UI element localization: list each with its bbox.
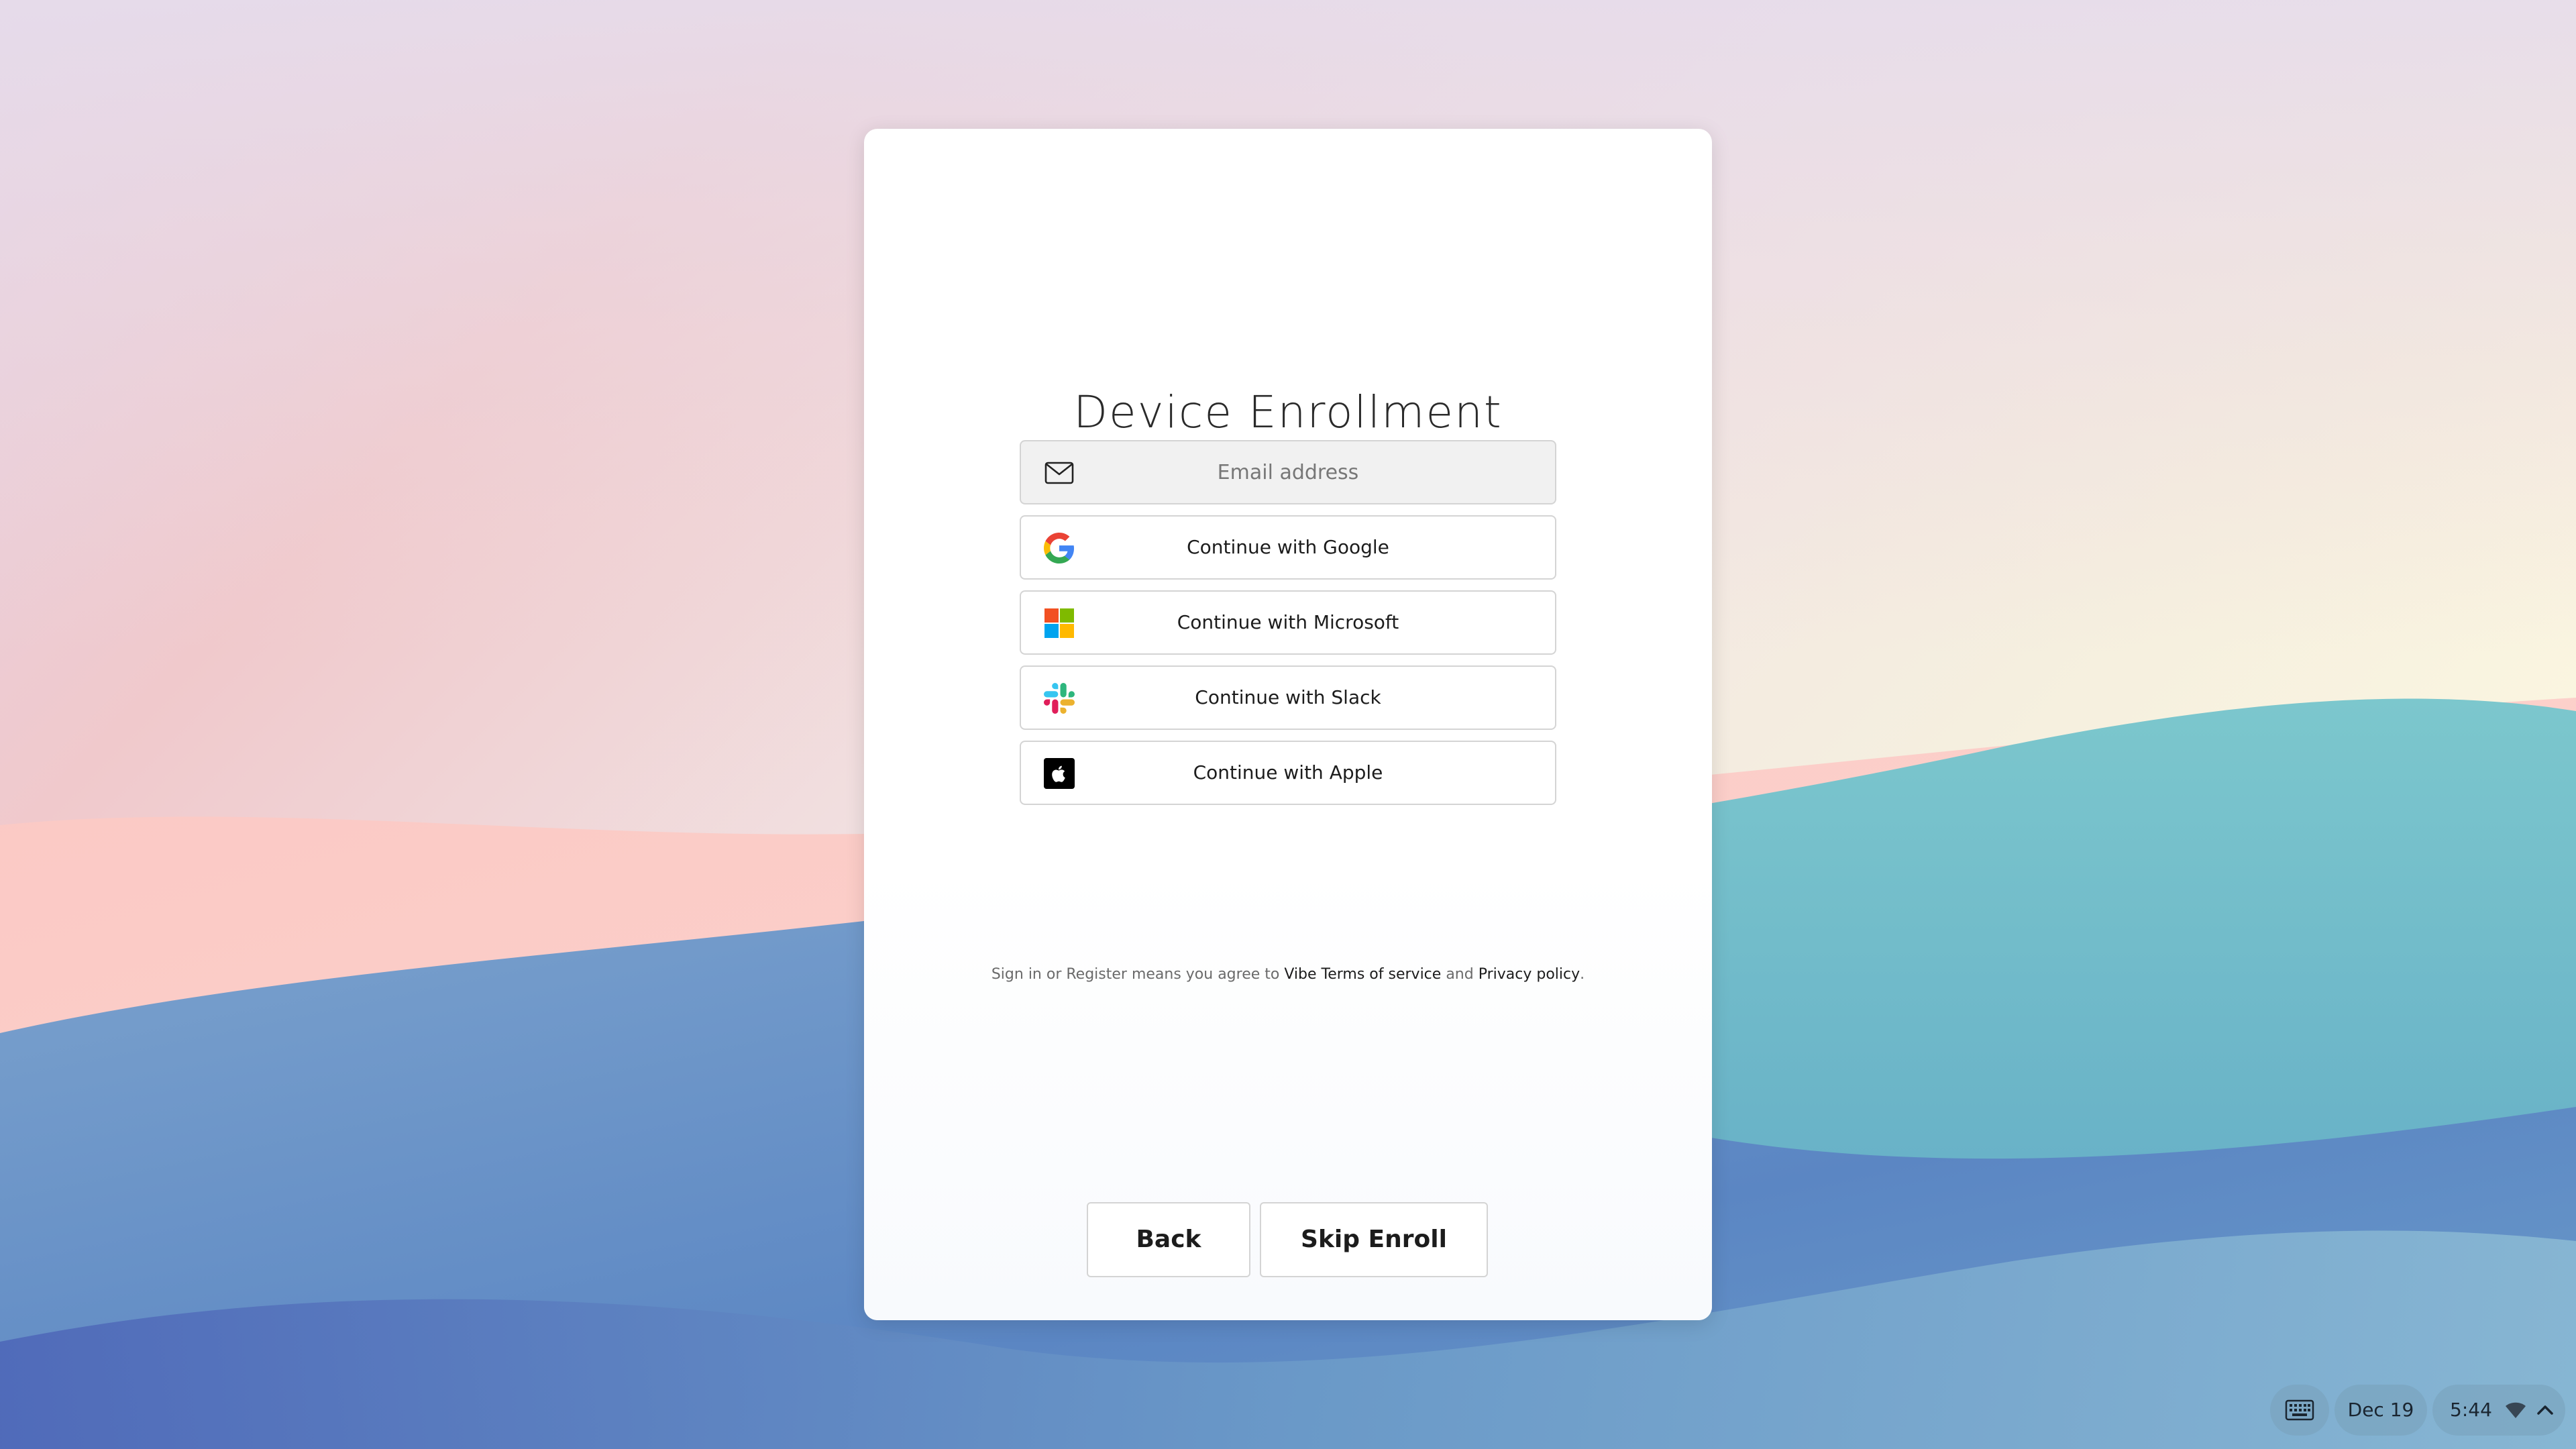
wifi-icon bbox=[2506, 1402, 2526, 1418]
tray-date[interactable]: Dec 19 bbox=[2334, 1385, 2427, 1436]
tray-keyboard-button[interactable] bbox=[2270, 1385, 2329, 1436]
page-title: Device Enrollment bbox=[1073, 386, 1503, 438]
continue-apple-button[interactable]: Continue with Apple bbox=[1020, 741, 1556, 805]
continue-slack-button[interactable]: Continue with Slack bbox=[1020, 665, 1556, 730]
continue-google-button[interactable]: Continue with Google bbox=[1020, 515, 1556, 580]
email-field-container[interactable] bbox=[1020, 440, 1556, 504]
terms-of-service-link[interactable]: Vibe Terms of service bbox=[1284, 966, 1441, 983]
legal-prefix: Sign in or Register means you agree to bbox=[991, 966, 1280, 983]
keyboard-icon bbox=[2285, 1399, 2314, 1421]
legal-suffix: . bbox=[1580, 966, 1585, 983]
tray-status-area[interactable]: 5:44 bbox=[2432, 1385, 2565, 1436]
continue-apple-label: Continue with Apple bbox=[1193, 761, 1383, 784]
continue-microsoft-button[interactable]: Continue with Microsoft bbox=[1020, 590, 1556, 655]
legal-notice: Sign in or Register means you agree to V… bbox=[864, 967, 1712, 982]
privacy-policy-link[interactable]: Privacy policy bbox=[1479, 966, 1580, 983]
back-button[interactable]: Back bbox=[1087, 1202, 1250, 1277]
email-input[interactable] bbox=[1021, 441, 1555, 503]
continue-google-label: Continue with Google bbox=[1187, 536, 1389, 558]
enrollment-dialog: Device Enrollment Sign in with your acco… bbox=[864, 129, 1712, 1320]
desktop: Device Enrollment Sign in with your acco… bbox=[0, 0, 2576, 1449]
legal-and: and bbox=[1446, 966, 1474, 983]
continue-microsoft-label: Continue with Microsoft bbox=[1177, 611, 1399, 633]
skip-enroll-button[interactable]: Skip Enroll bbox=[1260, 1202, 1488, 1277]
chevron-up-icon bbox=[2537, 1405, 2553, 1415]
tray-time: 5:44 bbox=[2450, 1399, 2492, 1421]
continue-slack-label: Continue with Slack bbox=[1195, 686, 1381, 708]
